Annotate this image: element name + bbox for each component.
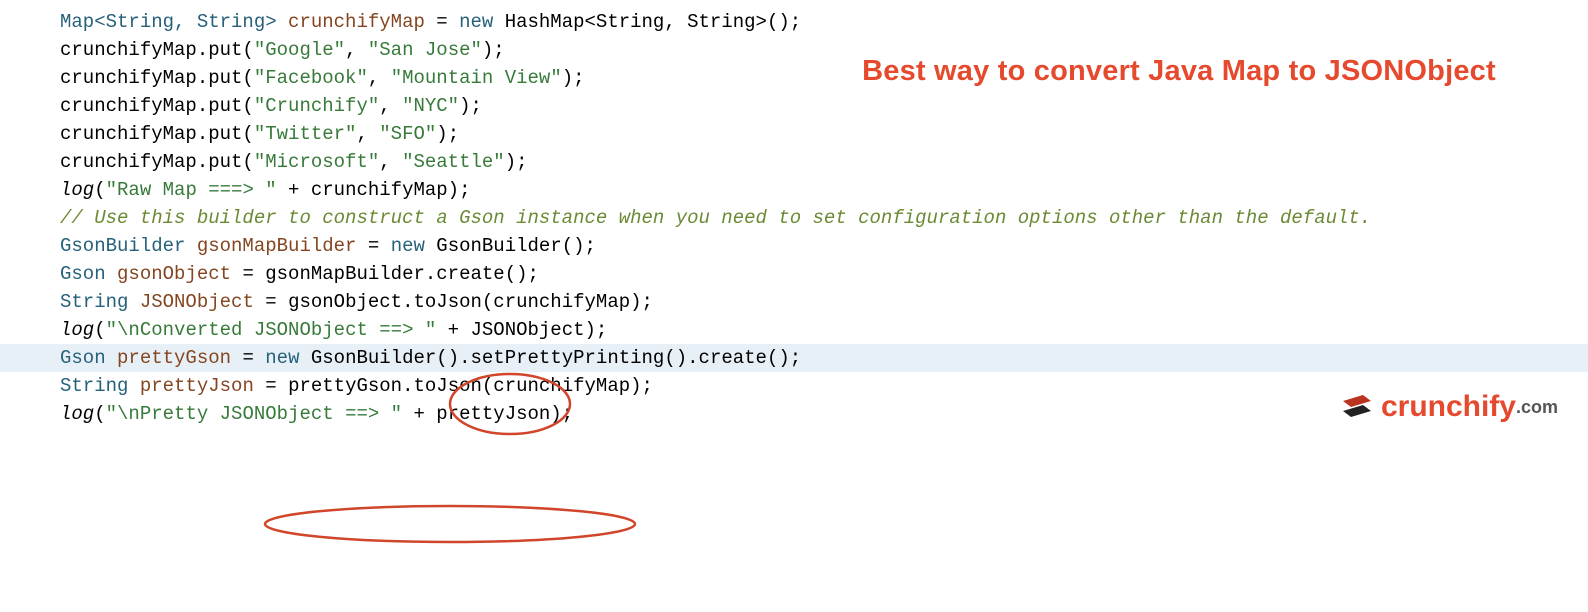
text-token: HashMap<String, String>();: [505, 11, 801, 33]
text-token: + JSONObject);: [436, 319, 607, 341]
text-token: crunchifyMap.put(: [60, 123, 254, 145]
text-token: );: [436, 123, 459, 145]
text-token: GsonBuilder();: [436, 235, 596, 257]
string-token: "San Jose": [368, 39, 482, 61]
type-token: String: [60, 291, 140, 313]
code-line: log("Raw Map ===> " + crunchifyMap);: [60, 176, 1588, 204]
text-token: + crunchifyMap);: [277, 179, 471, 201]
text-token: );: [482, 39, 505, 61]
var-token: prettyJson: [140, 375, 254, 397]
text-token: ,: [345, 39, 368, 61]
keyword-token: new: [265, 347, 311, 369]
code-line: crunchifyMap.put("Microsoft", "Seattle")…: [60, 148, 1588, 176]
text-token: =: [356, 235, 390, 257]
type-token: Gson: [60, 263, 117, 285]
string-token: "Facebook": [254, 67, 368, 89]
text-token: GsonBuilder().setPrettyPrinting().create…: [311, 347, 801, 369]
code-line: String JSONObject = gsonObject.toJson(cr…: [60, 288, 1588, 316]
string-token: "SFO": [379, 123, 436, 145]
annotation-circle-prettygson: [255, 500, 645, 548]
code-line: Map<String, String> crunchifyMap = new H…: [60, 8, 1588, 36]
text-token: crunchifyMap.put(: [60, 39, 254, 61]
text-token: (: [94, 403, 105, 425]
crunchify-logo-icon: [1339, 393, 1375, 421]
text-token: = gsonMapBuilder.create();: [231, 263, 539, 285]
text-token: ,: [379, 95, 402, 117]
text-token: );: [505, 151, 528, 173]
method-token: log: [60, 403, 94, 425]
var-token: JSONObject: [140, 291, 254, 313]
var-token: gsonMapBuilder: [197, 235, 357, 257]
text-token: ,: [379, 151, 402, 173]
text-token: (: [94, 179, 105, 201]
var-token: prettyGson: [117, 347, 231, 369]
code-line: crunchifyMap.put("Crunchify", "NYC");: [60, 92, 1588, 120]
string-token: "Microsoft": [254, 151, 379, 173]
string-token: "\nPretty JSONObject ==> ": [106, 403, 402, 425]
text-token: crunchifyMap.put(: [60, 151, 254, 173]
text-token: );: [562, 67, 585, 89]
code-line-highlighted: Gson prettyGson = new GsonBuilder().setP…: [0, 344, 1588, 372]
brand-name: crunchify: [1381, 390, 1516, 424]
text-token: = gsonObject.toJson(crunchifyMap);: [254, 291, 653, 313]
string-token: "NYC": [402, 95, 459, 117]
code-line: Gson gsonObject = gsonMapBuilder.create(…: [60, 260, 1588, 288]
string-token: "Google": [254, 39, 345, 61]
string-token: "Mountain View": [391, 67, 562, 89]
keyword-token: new: [391, 235, 437, 257]
code-line: log("\nConverted JSONObject ==> " + JSON…: [60, 316, 1588, 344]
keyword-token: new: [459, 11, 505, 33]
string-token: "Seattle": [402, 151, 505, 173]
text-token: ,: [368, 67, 391, 89]
method-token: log: [60, 319, 94, 341]
page-title: Best way to convert Java Map to JSONObje…: [800, 55, 1558, 88]
type-token: GsonBuilder: [60, 235, 197, 257]
code-line: crunchifyMap.put("Twitter", "SFO");: [60, 120, 1588, 148]
brand-tld: .com: [1516, 397, 1558, 418]
text-token: + prettyJson);: [402, 403, 573, 425]
brand-logo: crunchify.com: [1339, 390, 1558, 424]
method-token: log: [60, 179, 94, 201]
text-token: =: [231, 347, 265, 369]
text-token: crunchifyMap.put(: [60, 95, 254, 117]
code-line: // Use this builder to construct a Gson …: [60, 204, 1588, 232]
var-token: gsonObject: [117, 263, 231, 285]
text-token: =: [425, 11, 459, 33]
text-token: ,: [356, 123, 379, 145]
type-token: Map<String, String>: [60, 11, 288, 33]
string-token: "Crunchify": [254, 95, 379, 117]
string-token: "Raw Map ===> ": [106, 179, 277, 201]
comment-token: // Use this builder to construct a Gson …: [60, 207, 1371, 229]
text-token: );: [459, 95, 482, 117]
type-token: String: [60, 375, 140, 397]
string-token: "Twitter": [254, 123, 357, 145]
text-token: (: [94, 319, 105, 341]
var-token: crunchifyMap: [288, 11, 425, 33]
type-token: Gson: [60, 347, 117, 369]
text-token: = prettyGson.toJson(crunchifyMap);: [254, 375, 653, 397]
code-line: GsonBuilder gsonMapBuilder = new GsonBui…: [60, 232, 1588, 260]
text-token: crunchifyMap.put(: [60, 67, 254, 89]
string-token: "\nConverted JSONObject ==> ": [106, 319, 437, 341]
